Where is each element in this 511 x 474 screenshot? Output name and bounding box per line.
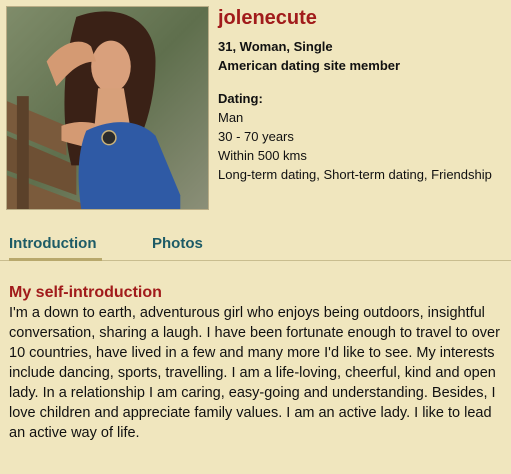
- seeking-gender: Man: [218, 110, 244, 125]
- tab-photos[interactable]: Photos: [152, 234, 203, 254]
- membership-label: American dating site member: [218, 58, 401, 73]
- dating-heading: Dating:: [218, 91, 263, 106]
- introduction-text: I'm a down to earth, adventurous girl wh…: [9, 305, 500, 441]
- introduction-section: My self-introduction I'm a down to earth…: [9, 283, 504, 443]
- relationship-types: Long-term dating, Short-term dating, Fri…: [218, 167, 492, 182]
- profile-tabs: Introduction Photos: [0, 230, 511, 261]
- distance-range: Within 500 kms: [218, 148, 307, 163]
- username[interactable]: jolenecute: [218, 6, 508, 30]
- profile-info: jolenecute 31, Woman, Single American da…: [218, 6, 508, 184]
- dating-preferences: Dating: Man 30 - 70 years Within 500 kms…: [218, 89, 508, 184]
- profile-photo-image: [7, 7, 208, 209]
- age-range: 30 - 70 years: [218, 129, 294, 144]
- profile-summary: 31, Woman, Single: [218, 39, 333, 54]
- section-title: My self-introduction: [9, 284, 162, 301]
- tab-introduction[interactable]: Introduction: [9, 234, 96, 254]
- profile-photo[interactable]: [6, 6, 209, 210]
- active-tab-indicator: [9, 258, 102, 261]
